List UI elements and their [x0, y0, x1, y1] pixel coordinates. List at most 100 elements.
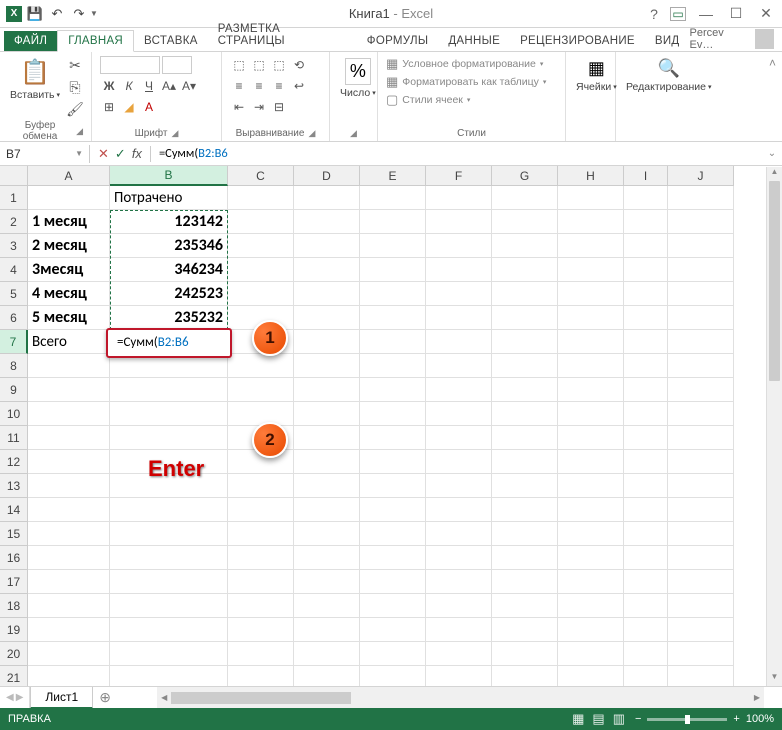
- row-header-9[interactable]: 9: [0, 378, 28, 402]
- cell-G17[interactable]: [492, 570, 558, 594]
- col-header-J[interactable]: J: [668, 166, 734, 186]
- cell-A1[interactable]: [28, 186, 110, 210]
- col-header-F[interactable]: F: [426, 166, 492, 186]
- active-cell-content[interactable]: =Сумм(B2:B6: [112, 332, 194, 353]
- scroll-left-icon[interactable]: ◀: [157, 693, 171, 702]
- italic-icon[interactable]: К: [120, 77, 138, 95]
- cell-H6[interactable]: [558, 306, 624, 330]
- cell-F13[interactable]: [426, 474, 492, 498]
- cell-B18[interactable]: [110, 594, 228, 618]
- cell-A14[interactable]: [28, 498, 110, 522]
- cell-H4[interactable]: [558, 258, 624, 282]
- cell-J12[interactable]: [668, 450, 734, 474]
- cell-D14[interactable]: [294, 498, 360, 522]
- row-header-4[interactable]: 4: [0, 258, 28, 282]
- cell-I16[interactable]: [624, 546, 668, 570]
- cell-H18[interactable]: [558, 594, 624, 618]
- cell-G1[interactable]: [492, 186, 558, 210]
- cell-I12[interactable]: [624, 450, 668, 474]
- redo-icon[interactable]: ↷: [70, 5, 88, 23]
- cell-C4[interactable]: [228, 258, 294, 282]
- cell-F4[interactable]: [426, 258, 492, 282]
- font-color-icon[interactable]: A: [140, 98, 158, 116]
- tab-pagelayout[interactable]: РАЗМЕТКА СТРАНИЦЫ: [208, 19, 357, 51]
- cell-I8[interactable]: [624, 354, 668, 378]
- cell-D17[interactable]: [294, 570, 360, 594]
- cell-F1[interactable]: [426, 186, 492, 210]
- cell-B2[interactable]: 123142: [110, 210, 228, 234]
- cell-F12[interactable]: [426, 450, 492, 474]
- cell-A8[interactable]: [28, 354, 110, 378]
- cell-D16[interactable]: [294, 546, 360, 570]
- ribbon-display-icon[interactable]: ▭: [670, 7, 686, 21]
- row-header-12[interactable]: 12: [0, 450, 28, 474]
- cell-G19[interactable]: [492, 618, 558, 642]
- cell-H13[interactable]: [558, 474, 624, 498]
- cell-F18[interactable]: [426, 594, 492, 618]
- scroll-up-icon[interactable]: ▲: [767, 167, 782, 181]
- minimize-icon[interactable]: —: [692, 3, 720, 25]
- zoom-out-icon[interactable]: −: [635, 713, 641, 725]
- namebox-dropdown-icon[interactable]: ▼: [75, 149, 83, 158]
- vscroll-thumb[interactable]: [769, 181, 780, 381]
- add-sheet-icon[interactable]: ⊕: [93, 689, 117, 706]
- cell-I14[interactable]: [624, 498, 668, 522]
- cell-I3[interactable]: [624, 234, 668, 258]
- cell-F5[interactable]: [426, 282, 492, 306]
- cell-C13[interactable]: [228, 474, 294, 498]
- cell-G16[interactable]: [492, 546, 558, 570]
- select-all-corner[interactable]: [0, 166, 28, 186]
- cell-F17[interactable]: [426, 570, 492, 594]
- cell-J14[interactable]: [668, 498, 734, 522]
- cell-E9[interactable]: [360, 378, 426, 402]
- row-header-7[interactable]: 7: [0, 330, 28, 354]
- col-header-G[interactable]: G: [492, 166, 558, 186]
- cell-H12[interactable]: [558, 450, 624, 474]
- cell-E6[interactable]: [360, 306, 426, 330]
- font-family-select[interactable]: [100, 56, 160, 74]
- cell-E1[interactable]: [360, 186, 426, 210]
- cell-H14[interactable]: [558, 498, 624, 522]
- cell-A6[interactable]: 5 месяц: [28, 306, 110, 330]
- cell-G6[interactable]: [492, 306, 558, 330]
- cell-J2[interactable]: [668, 210, 734, 234]
- tab-view[interactable]: ВИД: [645, 31, 690, 51]
- scroll-down-icon[interactable]: ▼: [767, 672, 782, 686]
- cell-H9[interactable]: [558, 378, 624, 402]
- cell-F7[interactable]: [426, 330, 492, 354]
- undo-icon[interactable]: ↶: [48, 5, 66, 23]
- cell-G13[interactable]: [492, 474, 558, 498]
- cell-C17[interactable]: [228, 570, 294, 594]
- cell-B8[interactable]: [110, 354, 228, 378]
- borders-icon[interactable]: ⊞: [100, 98, 118, 116]
- cell-J7[interactable]: [668, 330, 734, 354]
- row-header-18[interactable]: 18: [0, 594, 28, 618]
- col-header-H[interactable]: H: [558, 166, 624, 186]
- cell-I6[interactable]: [624, 306, 668, 330]
- cell-J10[interactable]: [668, 402, 734, 426]
- merge-icon[interactable]: ⊟: [270, 98, 288, 116]
- cell-B3[interactable]: 235346: [110, 234, 228, 258]
- cell-F14[interactable]: [426, 498, 492, 522]
- cell-J5[interactable]: [668, 282, 734, 306]
- cell-H20[interactable]: [558, 642, 624, 666]
- user-avatar-icon[interactable]: [755, 29, 774, 49]
- cell-J3[interactable]: [668, 234, 734, 258]
- cell-B17[interactable]: [110, 570, 228, 594]
- cell-F16[interactable]: [426, 546, 492, 570]
- page-layout-view-icon[interactable]: ▤: [592, 711, 604, 727]
- wrap-text-icon[interactable]: ↩: [290, 77, 308, 95]
- align-bottom-icon[interactable]: ⬚: [270, 56, 288, 74]
- cell-J6[interactable]: [668, 306, 734, 330]
- cell-F11[interactable]: [426, 426, 492, 450]
- save-icon[interactable]: 💾: [26, 5, 44, 23]
- tab-formulas[interactable]: ФОРМУЛЫ: [357, 31, 439, 51]
- cell-D18[interactable]: [294, 594, 360, 618]
- cell-E13[interactable]: [360, 474, 426, 498]
- cell-E4[interactable]: [360, 258, 426, 282]
- cell-J13[interactable]: [668, 474, 734, 498]
- cell-E10[interactable]: [360, 402, 426, 426]
- cell-H10[interactable]: [558, 402, 624, 426]
- cell-C15[interactable]: [228, 522, 294, 546]
- cell-I2[interactable]: [624, 210, 668, 234]
